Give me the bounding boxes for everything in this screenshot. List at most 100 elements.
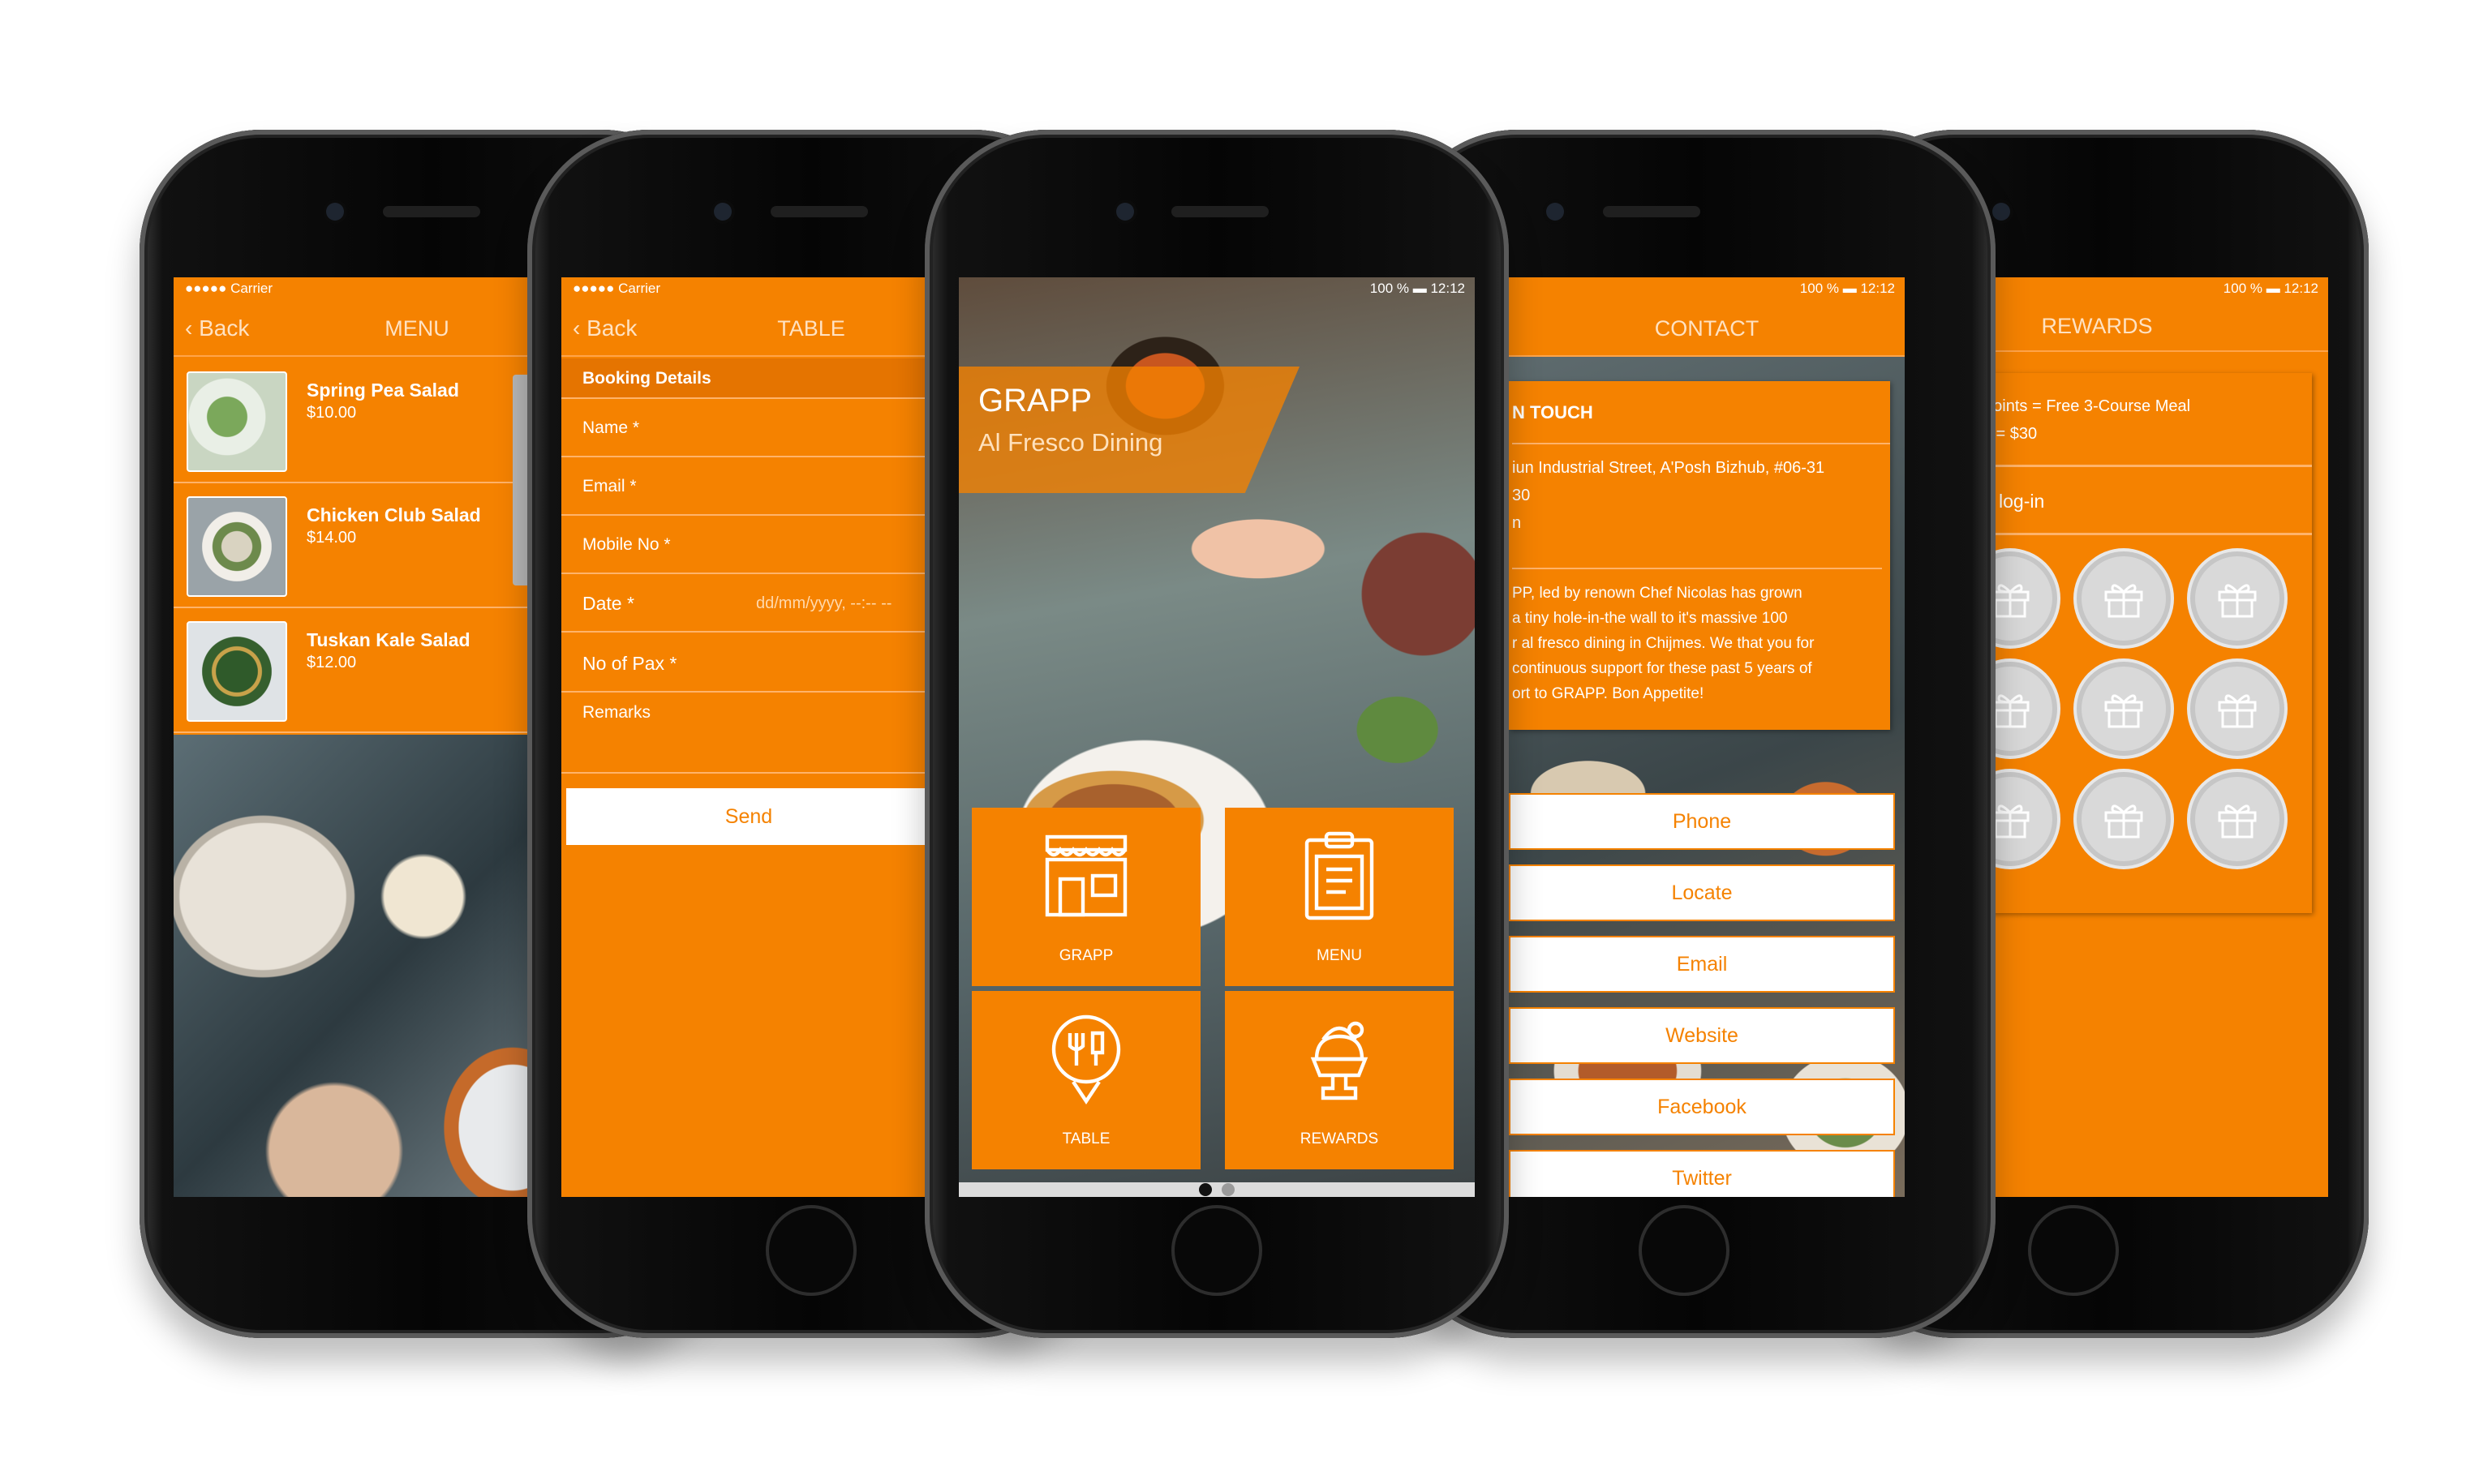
gift-icon <box>2104 804 2143 839</box>
locate-button[interactable]: Locate <box>1509 864 1895 921</box>
address: iun Industrial Street, A'Posh Bizhub, #0… <box>1512 454 1890 537</box>
card-title: N TOUCH <box>1512 381 1890 444</box>
home-button[interactable] <box>1171 1205 1262 1296</box>
chevron-left-icon: ‹ <box>185 315 200 341</box>
website-button[interactable]: Website <box>1509 1007 1895 1064</box>
menu-item[interactable]: Chicken Club Salad $14.00 <box>174 483 531 608</box>
date-field[interactable]: Date * dd/mm/yyyy, --:-- -- <box>561 574 931 633</box>
remarks-label: Remarks <box>582 703 651 722</box>
battery-time: 100 % ▬ 12:12 <box>1799 281 1895 296</box>
tile-label: GRAPP <box>1059 947 1114 964</box>
menu-item[interactable]: Tuskan Kale Salad $12.00 <box>174 608 531 733</box>
menu-item[interactable]: Spring Pea Salad $10.00 <box>174 358 531 483</box>
back-button[interactable]: ‹ Back <box>185 300 249 357</box>
carrier-label: ●●●●● Carrier <box>185 281 273 296</box>
back-label: Back <box>199 315 250 341</box>
back-button[interactable]: ‹ Back <box>573 300 637 357</box>
item-name: Chicken Club Salad <box>307 504 481 525</box>
home-button[interactable] <box>766 1205 857 1296</box>
app-showcase: ●●●●● Carrier ‹ Back MENU Spring Pea Sal… <box>0 0 2492 1484</box>
chevron-left-icon: ‹ <box>573 315 587 341</box>
contact-screen: 100 % ▬ 12:12 CONTACT N TOUCH iun Indust… <box>1509 277 1905 1197</box>
date-label: Date * <box>582 593 634 614</box>
pax-field[interactable]: No of Pax * <box>561 634 931 693</box>
gift-icon <box>2104 584 2143 618</box>
brand-banner: GRAPP Al Fresco Dining <box>959 367 1300 493</box>
send-button[interactable]: Send <box>566 788 931 845</box>
nav-bar: ‹ Back MENU <box>174 300 531 357</box>
back-label: Back <box>586 315 638 341</box>
earpiece-speaker <box>1603 206 1700 217</box>
address-line: n <box>1512 514 1522 532</box>
reward-stamp <box>2190 662 2284 756</box>
gift-icon <box>2218 694 2257 728</box>
home-button[interactable] <box>1639 1205 1729 1296</box>
status-bar: 100 % ▬ 12:12 <box>959 277 1475 300</box>
status-bar: ●●●●● Carrier <box>561 277 931 300</box>
about-line: r al fresco dining in Chijmes. We that y… <box>1512 635 1815 652</box>
reward-stamp <box>2077 551 2171 645</box>
date-placeholder: dd/mm/yyyy, --:-- -- <box>756 594 892 612</box>
nav-bar: ‹ Back TABLE <box>561 300 931 357</box>
tile-rewards[interactable]: REWARDS <box>1225 991 1454 1169</box>
clipboard-menu-icon <box>1304 831 1374 920</box>
front-camera <box>1992 203 2010 221</box>
email-button[interactable]: Email <box>1509 936 1895 993</box>
item-price: $12.00 <box>307 654 357 671</box>
tile-table[interactable]: TABLE <box>972 991 1201 1169</box>
twitter-button[interactable]: Twitter <box>1509 1150 1895 1197</box>
address-line: iun Industrial Street, A'Posh Bizhub, #0… <box>1512 459 1825 477</box>
fork-knife-pin-icon <box>1051 1014 1121 1104</box>
screen-title: CONTACT <box>1654 316 1759 341</box>
front-camera <box>1116 203 1134 221</box>
item-price: $10.00 <box>307 404 357 422</box>
menu-screen: ●●●●● Carrier ‹ Back MENU Spring Pea Sal… <box>174 277 531 1197</box>
tile-menu[interactable]: MENU <box>1225 808 1454 986</box>
front-camera <box>1546 203 1564 221</box>
earpiece-speaker <box>771 206 868 217</box>
phone-home: 100 % ▬ 12:12 GRAPP Al Fresco Dining GRA… <box>925 130 1509 1338</box>
home-screen: 100 % ▬ 12:12 GRAPP Al Fresco Dining GRA… <box>959 277 1475 1197</box>
carrier-label: ●●●●● Carrier <box>573 281 661 296</box>
screen-title: MENU <box>385 316 449 341</box>
contact-info-card: N TOUCH iun Industrial Street, A'Posh Bi… <box>1509 381 1890 730</box>
reward-stamp <box>2190 772 2284 866</box>
brand-name: GRAPP <box>978 383 1093 418</box>
page-indicator[interactable] <box>959 1182 1475 1197</box>
email-field[interactable]: Email * <box>561 457 931 516</box>
item-name: Spring Pea Salad <box>307 380 459 401</box>
phone-button[interactable]: Phone <box>1509 793 1895 850</box>
storefront-icon <box>1045 834 1128 917</box>
about-line: continuous support for these past 5 year… <box>1512 660 1812 677</box>
item-price: $14.00 <box>307 529 357 547</box>
tile-label: TABLE <box>1062 1130 1111 1147</box>
name-field[interactable]: Name * <box>561 399 931 457</box>
reward-stamp <box>2077 662 2171 756</box>
earpiece-speaker <box>1171 206 1269 217</box>
status-bar: 100 % ▬ 12:12 <box>1509 277 1905 300</box>
reward-stamp <box>2190 551 2284 645</box>
pax-label: No of Pax * <box>582 653 677 674</box>
table-screen: ●●●●● Carrier ‹ Back TABLE Booking Detai… <box>561 277 931 1197</box>
facebook-button[interactable]: Facebook <box>1509 1079 1895 1135</box>
screen-title: TABLE <box>777 316 845 341</box>
page-dot <box>1222 1183 1235 1196</box>
email-label: Email * <box>582 477 637 495</box>
salad-photo <box>187 621 287 722</box>
status-bar: ●●●●● Carrier <box>174 277 531 300</box>
remarks-field[interactable]: Remarks <box>561 693 931 774</box>
brand-tagline: Al Fresco Dining <box>978 428 1163 457</box>
nav-bar: CONTACT <box>1509 300 1905 357</box>
gift-icon <box>2104 694 2143 728</box>
battery-time: 100 % ▬ 12:12 <box>2223 281 2318 296</box>
battery-time: 100 % ▬ 12:12 <box>1369 281 1465 296</box>
mobile-label: Mobile No * <box>582 535 671 554</box>
tile-grapp[interactable]: GRAPP <box>972 808 1201 986</box>
gift-icon <box>2218 804 2257 839</box>
item-name: Tuskan Kale Salad <box>307 629 470 650</box>
front-camera <box>326 203 344 221</box>
home-button[interactable] <box>2028 1205 2119 1296</box>
about-line: ort to GRAPP. Bon Appetite! <box>1512 685 1704 702</box>
mobile-field[interactable]: Mobile No * <box>561 516 931 574</box>
salad-photo <box>187 371 287 472</box>
